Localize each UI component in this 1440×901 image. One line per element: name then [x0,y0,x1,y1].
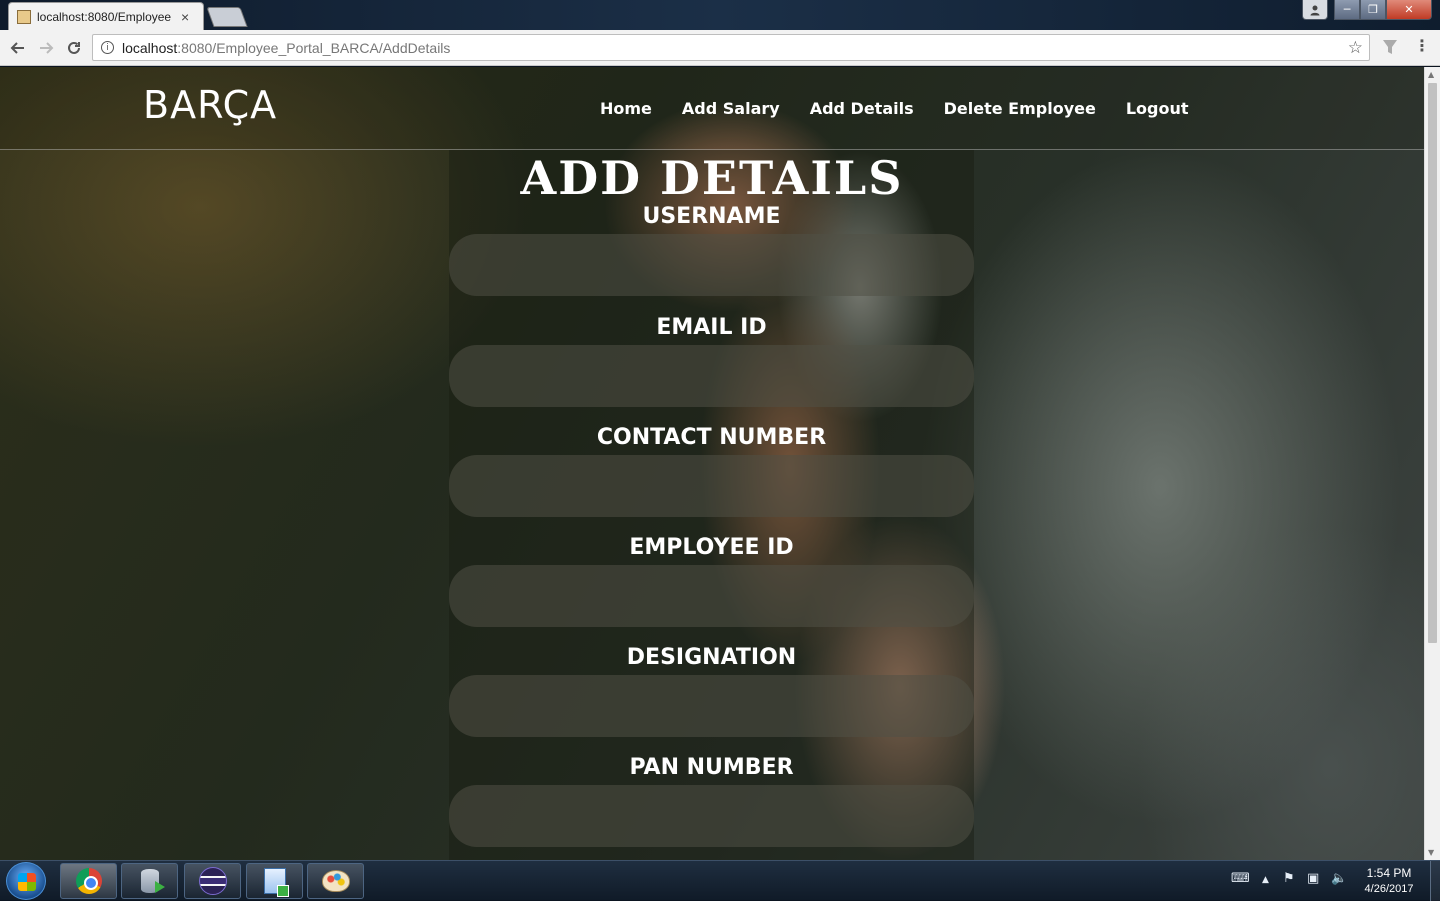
browser-toolbar: i localhost:8080/Employee_Portal_BARCA/A… [0,30,1440,66]
site-info-icon[interactable]: i [101,41,114,54]
taskbar-document[interactable] [246,863,303,899]
pan-number-input[interactable] [449,785,974,847]
clock-time: 1:54 PM [1366,866,1412,880]
taskbar-db-run[interactable] [121,863,178,899]
keyboard-icon[interactable]: ⌨ [1231,871,1250,886]
nav-delete-employee[interactable]: Delete Employee [944,99,1096,118]
maximize-button[interactable]: ❐ [1360,0,1386,20]
taskbar-eclipse[interactable] [184,863,241,899]
email-label: EMAIL ID [656,315,767,340]
designation-input[interactable] [449,675,974,737]
address-bar[interactable]: i localhost:8080/Employee_Portal_BARCA/A… [92,34,1370,61]
action-center-flag-icon[interactable]: ⚑ [1283,871,1295,886]
show-desktop-button[interactable] [1430,861,1440,901]
volume-icon[interactable]: 🔈 [1331,871,1347,886]
username-label: USERNAME [642,204,781,229]
username-input[interactable] [449,234,974,296]
url-text[interactable]: localhost:8080/Employee_Portal_BARCA/Add… [122,40,450,56]
site-navbar: BARÇA Home Add Salary Add Details Delete… [0,67,1424,150]
nav-logout[interactable]: Logout [1126,99,1189,118]
page-viewport: BARÇA Home Add Salary Add Details Delete… [0,67,1424,860]
close-window-button[interactable]: ✕ [1386,0,1432,20]
nav-home[interactable]: Home [600,99,652,118]
page-scrollbar[interactable]: ▲ ▼ [1424,67,1440,860]
browser-tab[interactable]: localhost:8080/Employee × [8,2,204,30]
tab-close-icon[interactable]: × [181,9,189,25]
url-host: localhost [122,39,178,56]
system-clock[interactable]: 1:54 PM 4/26/2017 [1356,865,1422,897]
pan-number-label: PAN NUMBER [629,755,794,780]
contact-number-input[interactable] [449,455,974,517]
contact-number-label: CONTACT NUMBER [596,425,827,450]
start-button[interactable] [6,862,46,900]
new-tab-button[interactable] [206,7,248,27]
url-path: :8080/Employee_Portal_BARCA/AddDetails [177,39,451,56]
minimize-button[interactable]: ─ [1334,0,1360,20]
windows-logo-icon [18,873,36,891]
chrome-icon [75,868,102,894]
brand-logo[interactable]: BARÇA [143,83,277,127]
taskbar-paint[interactable] [307,863,364,899]
tab-title: localhost:8080/Employee [37,9,172,24]
page-favicon-icon [17,9,31,24]
profile-icon[interactable] [1302,0,1328,20]
designation-label: DESIGNATION [626,645,797,670]
tray-expand-icon[interactable]: ▲ [1262,875,1269,885]
nav-add-details[interactable]: Add Details [810,99,914,118]
scroll-up-arrow-icon[interactable]: ▲ [1428,70,1434,79]
page-title: ADD DETAILS [520,151,904,205]
employee-id-input[interactable] [449,565,974,627]
browser-menu-icon[interactable]: ⋮ [1414,36,1430,55]
scrollbar-thumb[interactable] [1428,83,1437,643]
extension-icon[interactable] [1382,38,1398,56]
document-icon [263,868,289,897]
browser-titlebar: localhost:8080/Employee × ─ ❐ ✕ [0,0,1440,30]
employee-id-label: EMPLOYEE ID [629,535,794,560]
eclipse-icon [198,867,227,895]
taskbar-chrome[interactable] [60,863,117,899]
db-run-icon [140,869,165,893]
os-taskbar: ⌨ ▲ ⚑ ▣ 🔈 1:54 PM 4/26/2017 [0,860,1440,901]
clock-date: 4/26/2017 [1364,883,1414,895]
scroll-down-arrow-icon[interactable]: ▼ [1428,848,1434,857]
forward-arrow-icon[interactable] [34,36,58,60]
network-icon[interactable]: ▣ [1307,871,1319,886]
email-input[interactable] [449,345,974,407]
back-arrow-icon[interactable] [6,36,30,60]
nav-links: Home Add Salary Add Details Delete Emplo… [600,99,1189,118]
bookmark-star-icon[interactable]: ☆ [1348,38,1363,58]
paint-icon [321,870,350,892]
nav-add-salary[interactable]: Add Salary [682,99,780,118]
reload-icon[interactable] [62,36,86,60]
